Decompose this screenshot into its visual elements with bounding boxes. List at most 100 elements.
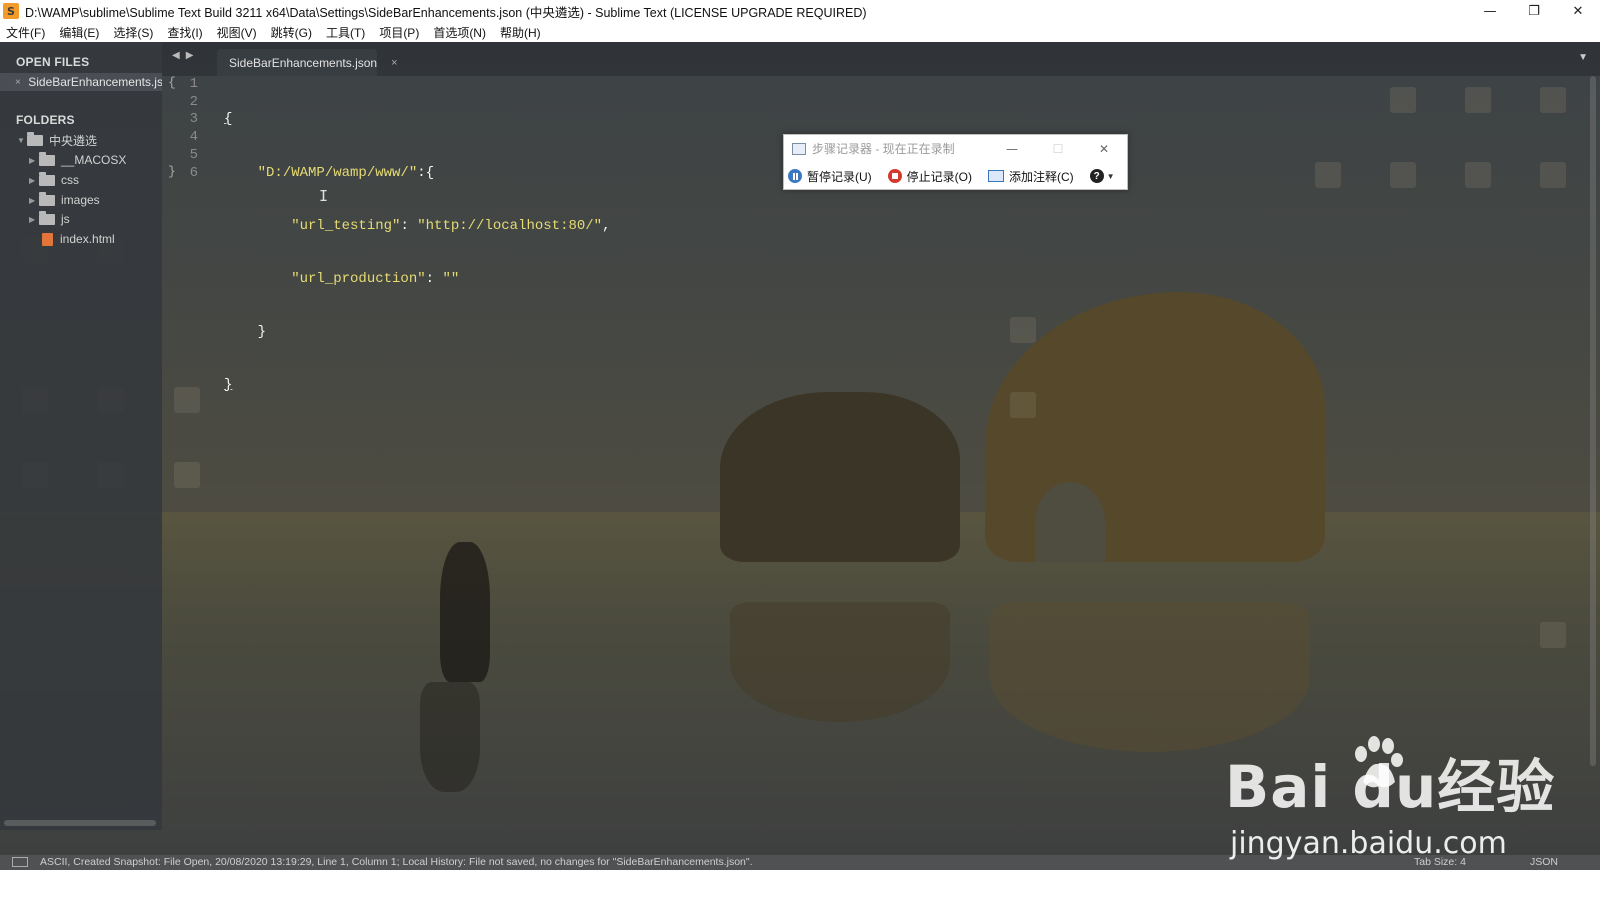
menu-edit[interactable]: 编辑(E) — [59, 24, 99, 41]
menu-find[interactable]: 查找(I) — [167, 24, 202, 41]
code-key: "url_testing" — [291, 217, 401, 234]
html-file-icon — [42, 232, 53, 246]
steps-recorder-title: 步骤记录器 - 现在正在录制 — [812, 142, 955, 156]
menu-help[interactable]: 帮助(H) — [500, 24, 541, 41]
wallpaper-reflection-right — [990, 602, 1310, 752]
stop-record-label: 停止记录(O) — [906, 169, 972, 184]
close-file-icon[interactable]: × — [15, 77, 28, 88]
code-punct: :{ — [417, 164, 435, 181]
tab-sidebarenhancements[interactable]: SideBarEnhancements.json × — [217, 49, 398, 76]
chevron-down-icon: ▼ — [1106, 171, 1115, 181]
tab-prev-icon[interactable]: ◀ — [172, 50, 180, 61]
code-key: "D:/WAMP/wamp/www/" — [257, 164, 418, 181]
pause-record-button[interactable]: 暂停记录(U) — [788, 168, 872, 185]
tab-label: SideBarEnhancements.json — [229, 55, 378, 70]
title-bar: S D:\WAMP\sublime\Sublime Text Build 321… — [0, 0, 1600, 22]
code-line: "D:/WAMP/wamp/www/":{ — [224, 165, 611, 183]
desktop-icon — [1540, 87, 1566, 113]
menu-selection[interactable]: 选择(S) — [113, 24, 153, 41]
file-item-index[interactable]: index.html — [42, 230, 115, 248]
steps-recorder-icon — [792, 142, 806, 155]
folder-label: images — [61, 193, 100, 207]
collapsed-triangle-icon: ▶ — [29, 214, 36, 224]
open-file-name: SideBarEnhancements.jso — [28, 75, 162, 89]
tab-bar: ◀ ▶ SideBarEnhancements.json × ▼ — [162, 42, 1600, 76]
desktop-icon — [1465, 87, 1491, 113]
desktop-icon — [1315, 162, 1341, 188]
comment-icon — [988, 170, 1004, 182]
wallpaper-rock-arch — [1035, 482, 1105, 562]
sidebar-scrollbar[interactable] — [4, 820, 156, 826]
folder-label: js — [61, 212, 70, 226]
line-number: 1 — [189, 76, 198, 92]
steps-recorder-close-button[interactable]: ✕ — [1081, 135, 1127, 162]
folder-item-images[interactable]: ▶ images — [29, 191, 100, 209]
steps-recorder-window: 步骤记录器 - 现在正在录制 — ☐ ✕ 暂停记录(U) 停止记录(O) 添加注… — [783, 134, 1128, 190]
desktop-icon — [1390, 162, 1416, 188]
code-key: "url_production" — [291, 270, 426, 287]
line-number: 4 — [189, 129, 198, 145]
menu-project[interactable]: 项目(P) — [379, 24, 419, 41]
help-icon: ? — [1089, 169, 1104, 183]
watermark-url: jingyan.baidu.com — [1230, 826, 1507, 861]
menu-tools[interactable]: 工具(T) — [326, 24, 365, 41]
folder-root[interactable]: ▼ 中央遴选 — [17, 131, 97, 149]
window-controls: — ❐ ✕ — [1468, 0, 1600, 22]
stop-icon — [887, 169, 902, 183]
restore-button[interactable]: ❐ — [1512, 0, 1556, 22]
baidu-watermark: Bai du经验 jingyan.baidu.com — [1225, 736, 1585, 880]
close-button[interactable]: ✕ — [1556, 0, 1600, 22]
pause-icon — [788, 169, 802, 183]
tab-next-icon[interactable]: ▶ — [186, 50, 194, 61]
tab-dropdown-icon[interactable]: ▼ — [1578, 52, 1588, 63]
desktop-icon — [1390, 87, 1416, 113]
file-label: index.html — [60, 232, 115, 246]
desktop-icon — [174, 462, 200, 488]
menu-goto[interactable]: 跳转(G) — [271, 24, 312, 41]
folder-icon — [39, 191, 55, 206]
code-brace: { — [224, 111, 233, 128]
menu-bar: 文件(F) 编辑(E) 选择(S) 查找(I) 视图(V) 跳转(G) 工具(T… — [0, 22, 1600, 42]
minimize-button[interactable]: — — [1468, 0, 1512, 22]
line-number: 2 — [189, 94, 198, 110]
folder-label: __MACOSX — [61, 153, 127, 167]
tab-close-icon[interactable]: × — [391, 57, 397, 69]
stop-record-button[interactable]: 停止记录(O) — [887, 168, 972, 185]
collapsed-triangle-icon: ▶ — [29, 155, 36, 165]
panel-toggle-icon[interactable] — [12, 857, 28, 867]
code-line: } — [224, 324, 611, 342]
open-files-heading: OPEN FILES — [16, 55, 90, 69]
sublime-app-icon: S — [3, 3, 19, 19]
wallpaper-runner-reflection — [420, 682, 480, 792]
folder-item-css[interactable]: ▶ css — [29, 171, 79, 189]
open-file-item[interactable]: × SideBarEnhancements.jso — [0, 73, 162, 91]
desktop-icon — [1540, 162, 1566, 188]
folder-item-macosx[interactable]: ▶ __MACOSX — [29, 151, 126, 169]
desktop-icon — [1465, 162, 1491, 188]
menu-view[interactable]: 视图(V) — [217, 24, 257, 41]
editor-scrollbar[interactable] — [1590, 76, 1596, 766]
menu-file[interactable]: 文件(F) — [6, 24, 45, 41]
baidu-paw-icon — [1355, 736, 1403, 788]
tab-nav-arrows: ◀ ▶ — [172, 50, 193, 61]
code-value: "" — [442, 270, 460, 287]
wallpaper-rock-left — [720, 392, 960, 562]
wallpaper-reflection-left — [730, 602, 950, 722]
code-editor[interactable]: { "D:/WAMP/wamp/www/":{ "url_testing": "… — [224, 76, 611, 412]
folder-icon — [39, 210, 55, 225]
add-comment-button[interactable]: 添加注释(C) — [988, 168, 1074, 185]
steps-recorder-titlebar: 步骤记录器 - 现在正在录制 — ☐ ✕ — [784, 135, 1127, 162]
status-message: ASCII, Created Snapshot: File Open, 20/0… — [40, 856, 753, 868]
menu-preferences[interactable]: 首选项(N) — [433, 24, 486, 41]
code-brace: } — [257, 323, 267, 340]
help-dropdown-button[interactable]: ? ▼ — [1089, 169, 1115, 183]
steps-recorder-minimize-button[interactable]: — — [989, 135, 1035, 162]
desktop-icon — [174, 387, 200, 413]
folder-item-js[interactable]: ▶ js — [29, 210, 70, 228]
collapsed-triangle-icon: ▶ — [29, 195, 36, 205]
code-line: } — [224, 377, 611, 395]
